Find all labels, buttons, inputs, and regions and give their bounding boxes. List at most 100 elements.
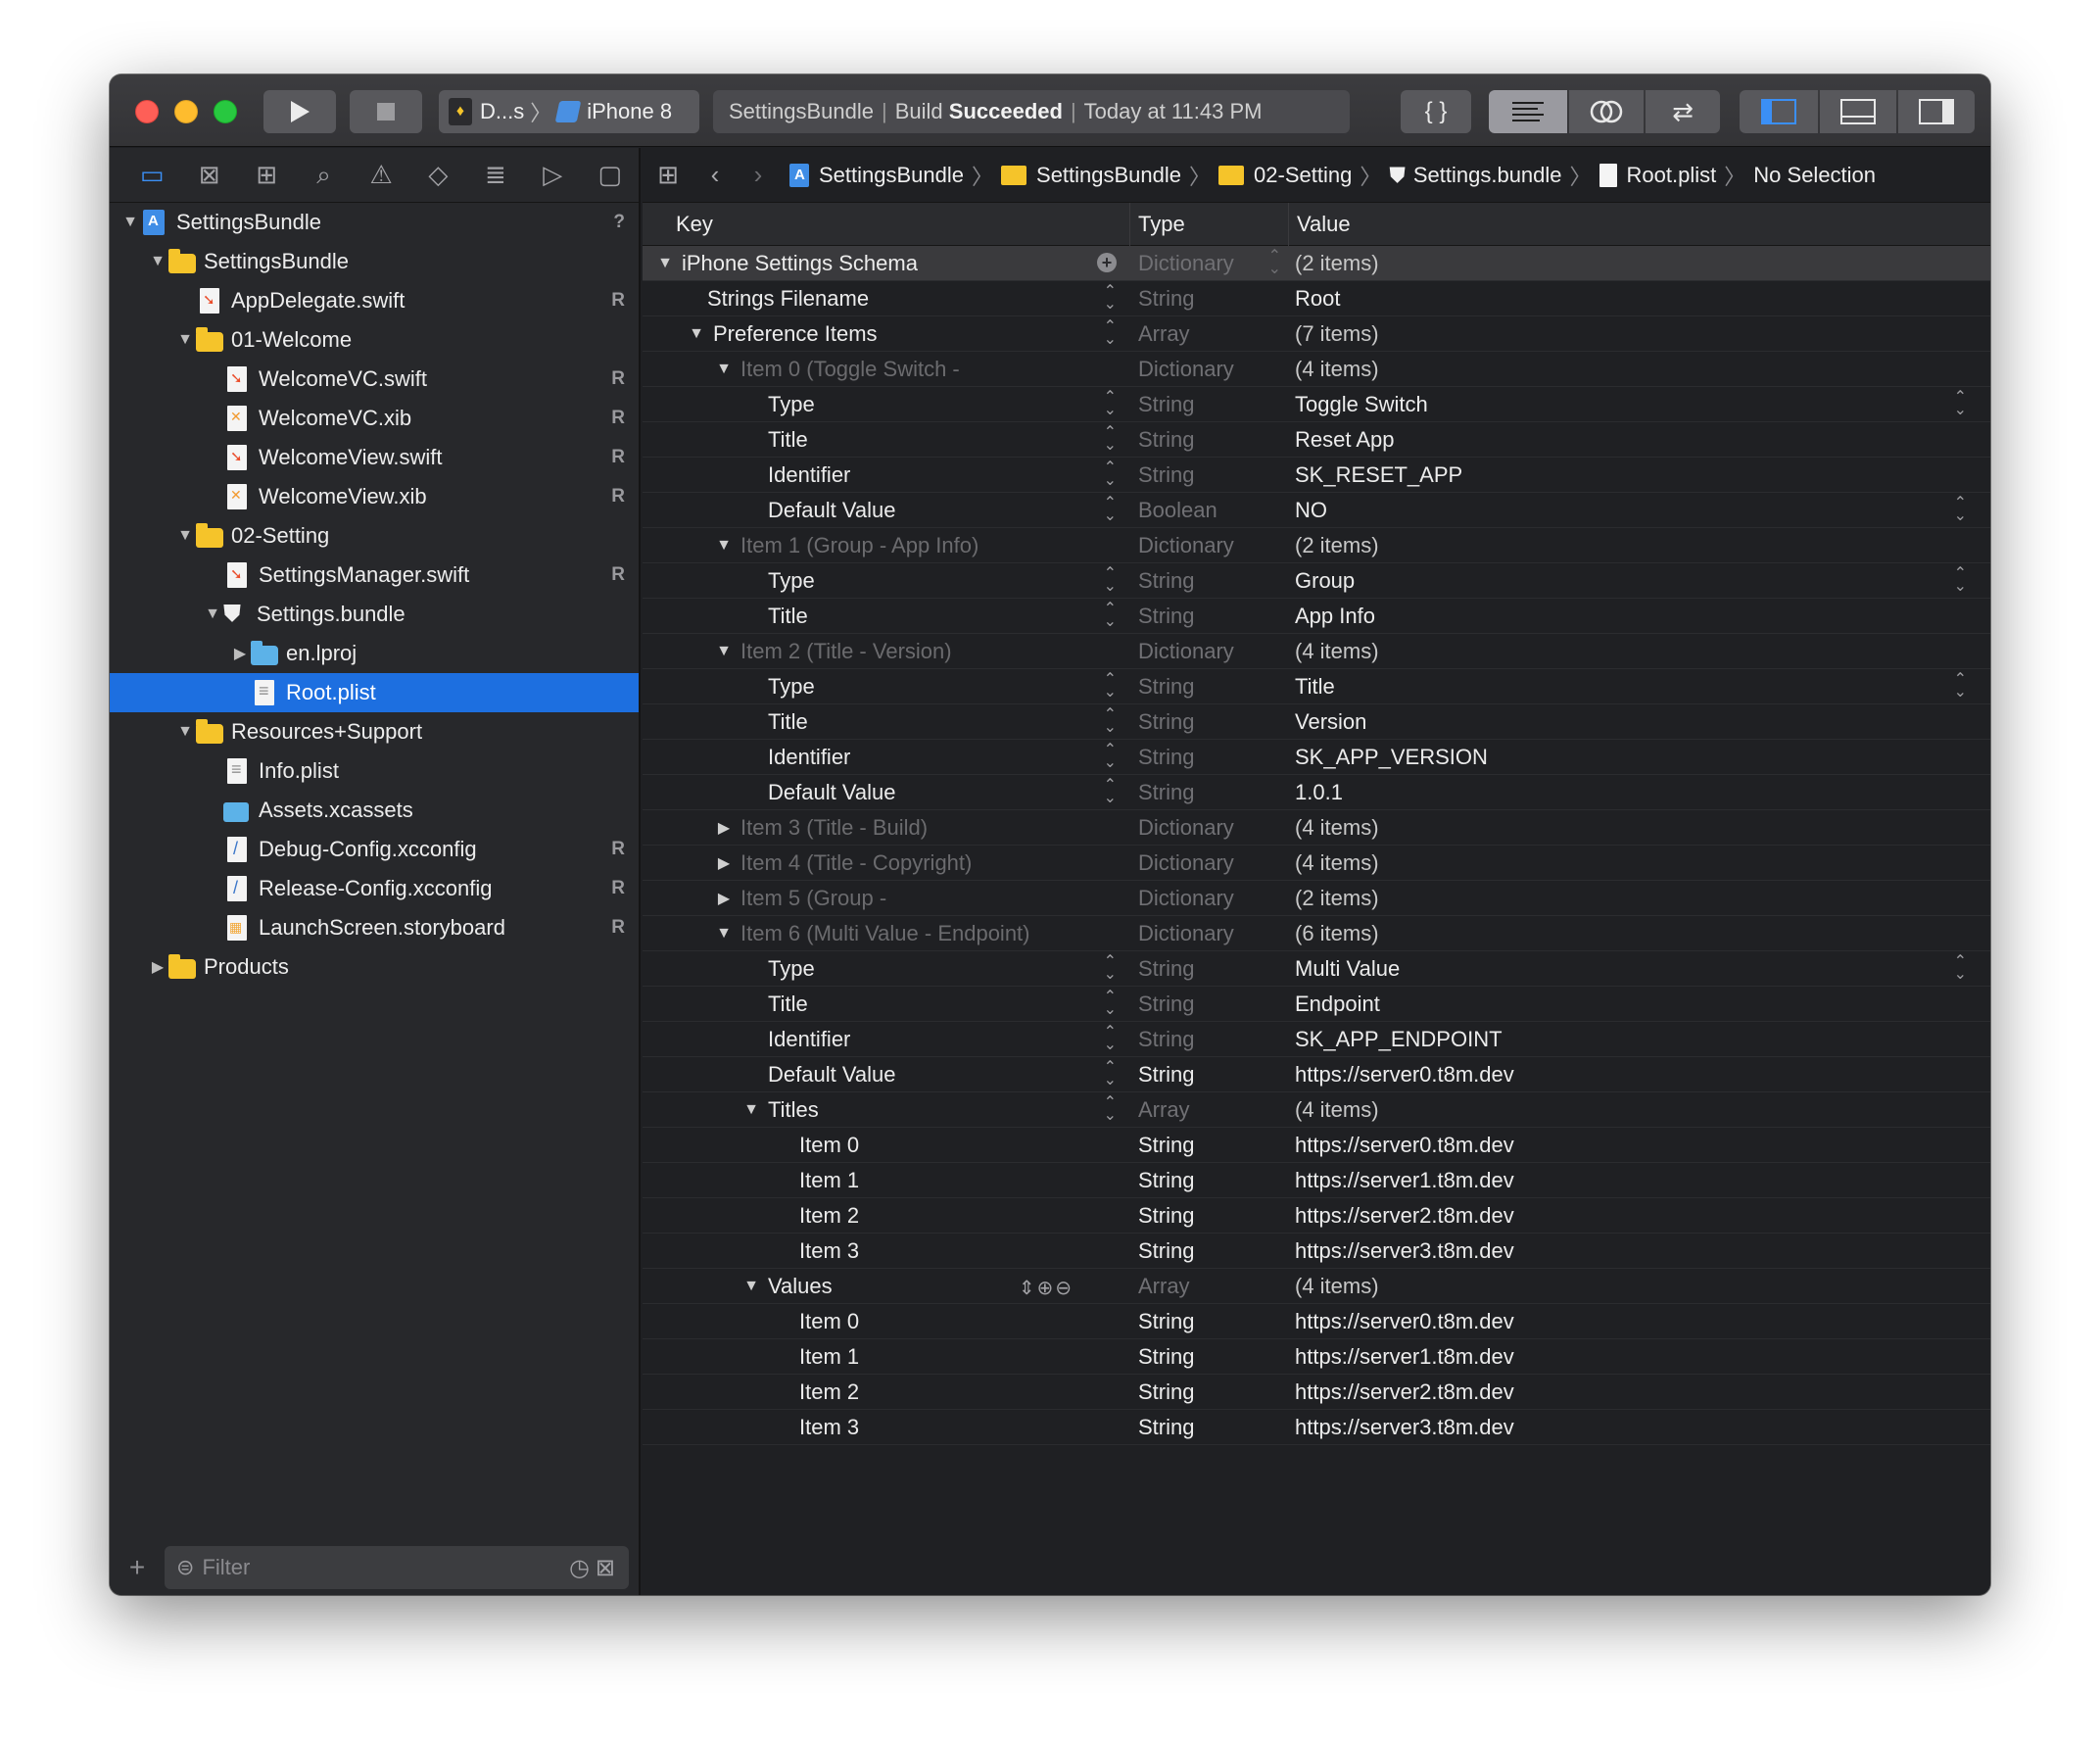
key-stepper-icon[interactable]: ⌃ ⌄: [1104, 1094, 1117, 1123]
breadcrumb-item[interactable]: No Selection: [1753, 163, 1876, 188]
plist-row[interactable]: Item 1 String https://server1.t8m.dev: [643, 1163, 1990, 1198]
add-file-button[interactable]: +: [110, 1552, 165, 1583]
tree-item[interactable]: WelcomeVC.swift R: [110, 360, 639, 399]
zoom-window-button[interactable]: [214, 100, 237, 123]
add-item-button[interactable]: +: [1097, 252, 1117, 272]
plist-value[interactable]: https://server3.t8m.dev: [1295, 1415, 1514, 1440]
plist-value[interactable]: https://server2.t8m.dev: [1295, 1203, 1514, 1229]
plist-row[interactable]: Type ⌃ ⌄ String Group ⌃ ⌄: [643, 563, 1990, 599]
plist-row[interactable]: ▼ Item 6 (Multi Value - Endpoint) Diction…: [643, 916, 1990, 951]
key-stepper-icon[interactable]: ⌃ ⌄: [1104, 1059, 1117, 1088]
key-stepper-icon[interactable]: ⌃ ⌄: [1104, 565, 1117, 594]
disclosure-open-icon[interactable]: ▼: [174, 527, 196, 545]
key-stepper-icon[interactable]: ⌃ ⌄: [1104, 742, 1117, 770]
inspector-toggle-button[interactable]: [1898, 90, 1975, 133]
type-stepper-icon[interactable]: ⌃ ⌄: [1268, 248, 1281, 276]
source-control-filter-icon[interactable]: ⊠: [596, 1555, 621, 1581]
key-stepper-icon[interactable]: ⌃ ⌄: [1104, 953, 1117, 982]
tree-item[interactable]: SettingsManager.swift R: [110, 556, 639, 595]
tree-item[interactable]: ▶ en.lproj: [110, 634, 639, 673]
plist-value[interactable]: 1.0.1: [1295, 780, 1343, 805]
column-header-key[interactable]: Key: [643, 202, 1130, 246]
value-popup-icon[interactable]: ⌃ ⌄: [1954, 495, 1967, 523]
tree-item[interactable]: ▼ 02-Setting: [110, 516, 639, 556]
plist-value[interactable]: https://server1.t8m.dev: [1295, 1168, 1514, 1193]
key-stepper-icon[interactable]: ⌃ ⌄: [1104, 777, 1117, 805]
symbol-navigator-icon[interactable]: ⊞: [238, 160, 295, 190]
tree-item[interactable]: Assets.xcassets: [110, 791, 639, 830]
disclosure-open-icon[interactable]: ▼: [713, 643, 735, 660]
disclosure-open-icon[interactable]: ▼: [740, 1278, 762, 1295]
key-stepper-icon[interactable]: ⌃ ⌄: [1104, 318, 1117, 347]
plist-value[interactable]: Toggle Switch: [1295, 392, 1428, 417]
plist-row[interactable]: ▼ Values ⇕⊕⊖ Array (4 items): [643, 1269, 1990, 1304]
plist-value[interactable]: Root: [1295, 286, 1340, 312]
source-control-icon[interactable]: ⊠: [180, 160, 237, 190]
tree-item[interactable]: ▼ SettingsBundle: [110, 242, 639, 281]
key-stepper-icon[interactable]: ⌃ ⌄: [1104, 460, 1117, 488]
plist-value[interactable]: Multi Value: [1295, 956, 1400, 982]
disclosure-open-icon[interactable]: ▼: [740, 1101, 762, 1119]
tree-item[interactable]: LaunchScreen.storyboard R: [110, 908, 639, 947]
version-editor-button[interactable]: ⇄: [1646, 90, 1720, 133]
plist-value[interactable]: https://server2.t8m.dev: [1295, 1379, 1514, 1405]
plist-row[interactable]: Title ⌃ ⌄ String Endpoint: [643, 987, 1990, 1022]
breadcrumb-item[interactable]: SettingsBundle: [1036, 163, 1181, 188]
disclosure-open-icon[interactable]: ▼: [147, 253, 168, 270]
scheme-selector[interactable]: ♦ D...s 〉 iPhone 8: [439, 90, 699, 133]
tree-item[interactable]: AppDelegate.swift R: [110, 281, 639, 320]
disclosure-open-icon[interactable]: ▼: [654, 255, 676, 272]
find-navigator-icon[interactable]: ⌕: [295, 160, 352, 191]
plist-value[interactable]: https://server0.t8m.dev: [1295, 1133, 1514, 1158]
plist-row[interactable]: Identifier ⌃ ⌄ String SK_APP_ENDPOINT: [643, 1022, 1990, 1057]
standard-editor-button[interactable]: [1489, 90, 1567, 133]
key-stepper-icon[interactable]: ⇕: [1019, 1278, 1037, 1299]
project-navigator-icon[interactable]: ▭: [123, 160, 180, 190]
plist-row[interactable]: Title ⌃ ⌄ String App Info: [643, 599, 1990, 634]
remove-item-icon[interactable]: ⊖: [1055, 1278, 1074, 1299]
navigator-toggle-button[interactable]: [1740, 90, 1818, 133]
plist-row[interactable]: ▼ Item 1 (Group - App Info) Dictionary (2…: [643, 528, 1990, 563]
disclosure-closed-icon[interactable]: ▶: [713, 818, 735, 838]
key-stepper-icon[interactable]: ⌃ ⌄: [1104, 601, 1117, 629]
plist-row[interactable]: Item 2 String https://server2.t8m.dev: [643, 1375, 1990, 1410]
stop-button[interactable]: [350, 90, 422, 133]
forward-icon[interactable]: ›: [737, 160, 780, 190]
breadcrumb-item[interactable]: SettingsBundle: [819, 163, 964, 188]
plist-row[interactable]: Default Value ⌃ ⌄ Boolean NO ⌃ ⌄: [643, 493, 1990, 528]
plist-row[interactable]: Default Value ⌃ ⌄ String 1.0.1: [643, 775, 1990, 810]
plist-row[interactable]: Type ⌃ ⌄ String Toggle Switch ⌃ ⌄: [643, 387, 1990, 422]
tree-item[interactable]: Release-Config.xcconfig R: [110, 869, 639, 908]
key-stepper-icon[interactable]: ⌃ ⌄: [1104, 389, 1117, 417]
plist-value[interactable]: https://server0.t8m.dev: [1295, 1309, 1514, 1334]
plist-value[interactable]: SK_APP_VERSION: [1295, 745, 1488, 770]
tree-item[interactable]: ▼ 01-Welcome: [110, 320, 639, 360]
back-icon[interactable]: ‹: [693, 160, 737, 190]
plist-row[interactable]: Item 1 String https://server1.t8m.dev: [643, 1339, 1990, 1375]
disclosure-closed-icon[interactable]: ▶: [713, 889, 735, 908]
plist-value[interactable]: Endpoint: [1295, 992, 1380, 1017]
plist-row[interactable]: ▶ Item 3 (Title - Build) Dictionary (4 it…: [643, 810, 1990, 846]
debug-area-toggle-button[interactable]: [1820, 90, 1896, 133]
disclosure-closed-icon[interactable]: ▶: [713, 853, 735, 873]
tree-item[interactable]: Debug-Config.xcconfig R: [110, 830, 639, 869]
code-review-button[interactable]: { }: [1401, 90, 1471, 133]
plist-row[interactable]: ▼ Titles ⌃ ⌄ Array (4 items): [643, 1092, 1990, 1128]
key-stepper-icon[interactable]: ⌃ ⌄: [1104, 424, 1117, 453]
debug-navigator-icon[interactable]: ≣: [467, 160, 524, 190]
column-header-type[interactable]: Type: [1130, 202, 1289, 246]
plist-row[interactable]: Item 0 String https://server0.t8m.dev: [643, 1304, 1990, 1339]
recent-files-icon[interactable]: ◷: [569, 1555, 596, 1581]
report-navigator-icon[interactable]: ▢: [582, 160, 639, 190]
plist-row[interactable]: Type ⌃ ⌄ String Multi Value ⌃ ⌄: [643, 951, 1990, 987]
plist-row[interactable]: ▶ Item 4 (Title - Copyright) Dictionary (…: [643, 846, 1990, 881]
disclosure-open-icon[interactable]: ▼: [713, 537, 735, 555]
breakpoint-navigator-icon[interactable]: ▷: [524, 160, 581, 190]
plist-value[interactable]: Group: [1295, 568, 1355, 594]
plist-value[interactable]: https://server3.t8m.dev: [1295, 1238, 1514, 1264]
plist-value[interactable]: SK_RESET_APP: [1295, 462, 1462, 488]
plist-value[interactable]: Version: [1295, 709, 1366, 735]
disclosure-open-icon[interactable]: ▼: [174, 723, 196, 741]
tree-item[interactable]: WelcomeView.xib R: [110, 477, 639, 516]
close-window-button[interactable]: [135, 100, 159, 123]
